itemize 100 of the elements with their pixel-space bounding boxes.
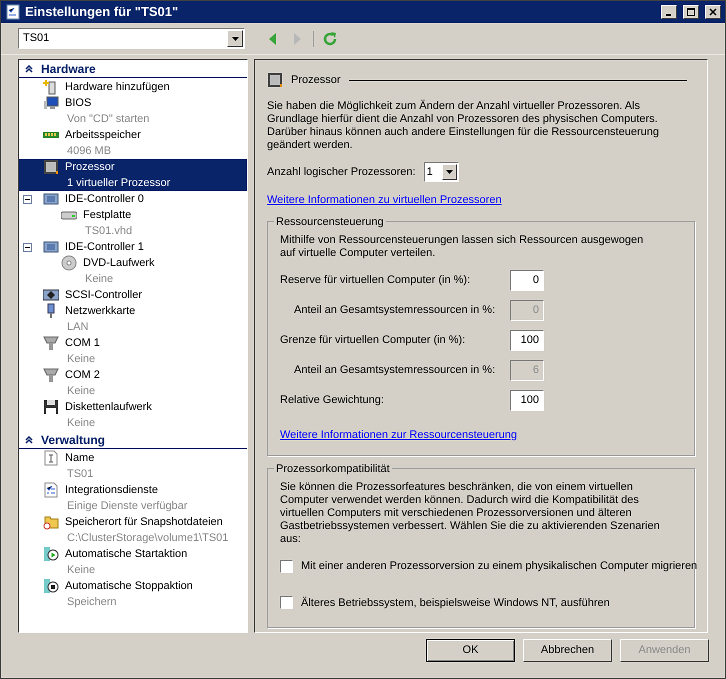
play-icon: [43, 546, 59, 562]
item-label: Automatische Stoppaktion: [65, 579, 193, 594]
checkbox-label: Mit einer anderen Prozessorversion zu einem physikalischen Computer migrieren: [301, 559, 698, 574]
field-label: Reserve für virtuellen Computer (in %):: [280, 272, 472, 288]
dialog-button[interactable]: Abbrechen: [523, 639, 612, 662]
sidebar-item[interactable]: COM 2 Keine: [19, 367, 247, 399]
item-detail: Keine: [66, 384, 96, 399]
item-label: IDE-Controller 1: [65, 240, 144, 255]
item-label: COM 2: [65, 368, 100, 383]
checkbox-label: Älteres Betriebssystem, beispielsweise Windows NT, ausführen: [301, 596, 610, 610]
maximize-button[interactable]: [683, 5, 699, 19]
item-label: Arbeitsspeicher: [65, 128, 141, 143]
sidebar-item[interactable]: SCSI-Controller: [19, 287, 247, 303]
serial-port-icon: [43, 367, 59, 383]
item-detail: Keine: [66, 352, 96, 367]
sidebar-item[interactable]: IDE-Controller 1: [19, 239, 247, 255]
sidebar-item[interactable]: Automatische Startaktion Keine: [19, 546, 247, 578]
item-detail: 4096 MB: [66, 144, 112, 159]
sidebar-item[interactable]: Name TS01: [19, 450, 247, 482]
window-title: Einstellungen für "TS01": [25, 3, 180, 22]
sidebar-item[interactable]: Speicherort für Snapshotdateien C:\ClusterStorage\volume1\TS01: [19, 514, 247, 546]
item-label: IDE-Controller 0: [65, 192, 144, 207]
item-label: Name: [65, 451, 94, 466]
controller-card-icon: [43, 191, 59, 207]
item-label: Prozessor: [65, 160, 116, 175]
computer-icon: [43, 95, 59, 111]
item-detail: Einige Dienste verfügbar: [66, 499, 188, 514]
collapse-icon[interactable]: [23, 194, 32, 204]
item-detail: Keine: [84, 272, 114, 287]
text-field-icon: [43, 450, 59, 466]
sidebar-item[interactable]: Integrationsdienste Einige Dienste verfügbar: [19, 482, 247, 514]
item-label: BIOS: [65, 96, 92, 111]
controller-card-icon: [43, 239, 59, 255]
item-label: Festplatte: [83, 208, 132, 223]
item-label: Diskettenlaufwerk: [65, 400, 152, 415]
serial-port-icon: [43, 335, 59, 351]
item-detail: TS01: [66, 467, 94, 482]
sidebar-item[interactable]: DVD-Laufwerk Keine: [19, 255, 247, 287]
dropdown-arrow-icon: [232, 36, 238, 40]
section-header[interactable]: Hardware: [19, 60, 247, 78]
maximize-icon: [687, 8, 695, 16]
dialog-button[interactable]: OK: [426, 639, 515, 662]
field-label: Anzahl logischer Prozessoren:: [267, 164, 416, 180]
sidebar-item[interactable]: Festplatte TS01.vhd: [19, 207, 247, 239]
field-label: Grenze für virtuellen Computer (in %):: [280, 332, 466, 348]
close-icon: [709, 8, 717, 16]
minimize-button[interactable]: [661, 5, 677, 19]
number-field[interactable]: 100: [510, 330, 544, 350]
scsi-card-icon: [43, 287, 59, 303]
info-link[interactable]: Weitere Informationen zur Ressourcensteuerung: [280, 426, 518, 443]
dropdown-arrow-icon: [446, 170, 453, 174]
item-label: Hardware hinzufügen: [65, 80, 170, 95]
processor-chip-icon: [267, 72, 283, 88]
item-detail: 1 virtueller Prozessor: [66, 176, 170, 191]
machine-dropdown[interactable]: TS01: [18, 28, 245, 49]
sidebar-item[interactable]: Diskettenlaufwerk Keine: [19, 399, 247, 431]
disc-icon: [61, 255, 77, 271]
item-detail: C:\ClusterStorage\volume1\TS01: [66, 531, 228, 546]
sidebar-item[interactable]: COM 1 Keine: [19, 335, 247, 367]
item-detail: TS01.vhd: [84, 224, 132, 239]
collapse-icon[interactable]: [23, 242, 32, 252]
group-title: Prozessorkompatibilität: [274, 461, 392, 477]
group-description: Mithilfe von Ressourcensteuerungen lassen sich Ressourcen ausgewogen auf virtuelle Computer verteilen.: [280, 234, 644, 260]
stop-icon: [43, 578, 59, 594]
processor-count-dropdown[interactable]: 1: [424, 162, 459, 182]
close-button[interactable]: [705, 5, 721, 19]
info-link[interactable]: Weitere Informationen zu virtuellen Prozessoren: [267, 192, 502, 208]
folder-icon: [43, 514, 59, 530]
section-header[interactable]: Verwaltung: [19, 431, 247, 449]
item-detail: Speichern: [66, 595, 118, 610]
checkbox[interactable]: [280, 596, 293, 610]
field-label: Anteil an Gesamtsystemressourcen in %:: [294, 362, 496, 378]
sidebar-item[interactable]: Hardware hinzufügen: [19, 79, 247, 95]
item-detail: Von "CD" starten: [66, 112, 150, 127]
sidebar-item[interactable]: Arbeitsspeicher 4096 MB: [19, 127, 247, 159]
item-detail: LAN: [66, 320, 90, 335]
sidebar-item[interactable]: Automatische Stoppaktion Speichern: [19, 578, 247, 610]
intro-text: Sie haben die Möglichkeit zum Ändern der Anzahl virtueller Prozessoren. Als Grundlage hierfür dient die Anzahl von Prozessoren des physischen Computers. Darüber hinaus können auch andere Einstellungen für die Ressourcensteuerung geändert werden.: [267, 100, 660, 152]
item-label: Integrationsdienste: [65, 483, 159, 498]
item-detail: Keine: [66, 416, 96, 431]
sidebar-item[interactable]: Prozessor 1 virtueller Prozessor: [19, 159, 247, 191]
number-field[interactable]: 0: [510, 270, 544, 290]
item-label: DVD-Laufwerk: [83, 256, 155, 271]
sidebar-item[interactable]: Netzwerkkarte LAN: [19, 303, 247, 335]
item-label: SCSI-Controller: [65, 288, 142, 303]
item-detail: Keine: [66, 563, 96, 578]
item-label: COM 1: [65, 336, 100, 351]
processor-chip-icon: [43, 159, 59, 175]
field-label: Anteil an Gesamtsystemressourcen in %:: [294, 302, 496, 318]
field-label: Relative Gewichtung:: [280, 392, 385, 408]
panel-heading: Prozessor: [291, 72, 341, 88]
checklist-icon: [43, 482, 59, 498]
item-label: Automatische Startaktion: [65, 547, 188, 562]
sidebar-item[interactable]: BIOS Von "CD" starten: [19, 95, 247, 127]
checkbox[interactable]: [280, 560, 293, 573]
collapse-chevron-icon: [25, 64, 33, 72]
number-field[interactable]: 100: [510, 390, 544, 410]
settings-window-icon: [5, 4, 21, 20]
item-label: Speicherort für Snapshotdateien: [65, 515, 224, 530]
sidebar-item[interactable]: IDE-Controller 0: [19, 191, 247, 207]
